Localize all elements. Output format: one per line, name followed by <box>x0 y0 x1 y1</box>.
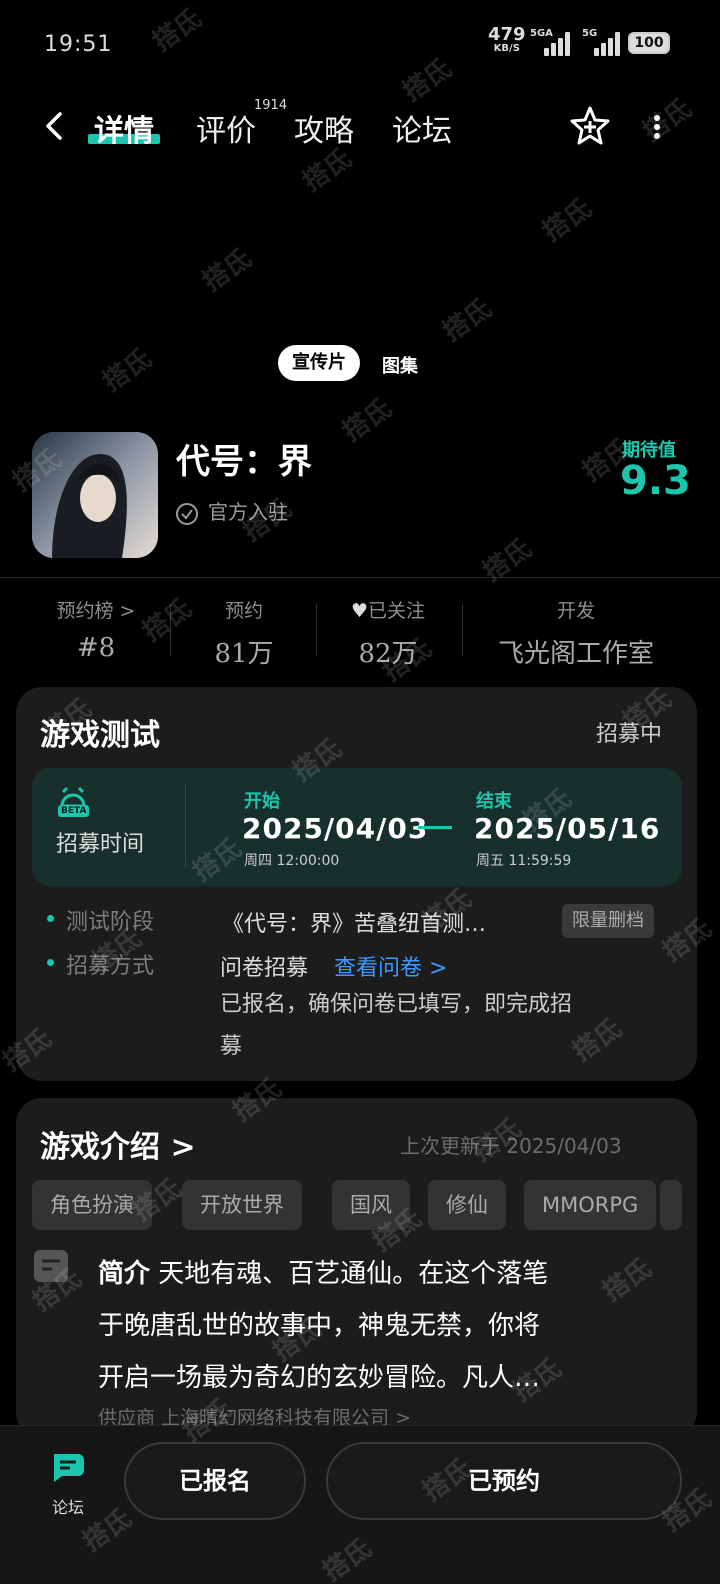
start-time: 周四 12:00:00 <box>244 853 340 869</box>
reserved-button[interactable]: 已预约 <box>326 1442 682 1520</box>
last-updated: 上次更新于 2025/04/03 <box>400 1134 622 1158</box>
tag-overflow[interactable] <box>660 1180 682 1230</box>
rating-value: 9.3 <box>620 458 691 504</box>
phase-label: 测试阶段 <box>66 910 155 935</box>
stat-divider <box>316 604 317 656</box>
stat-divider <box>170 604 171 656</box>
video-tab[interactable]: 宣传片 <box>278 345 360 381</box>
chevron-left-icon <box>46 112 62 140</box>
method-label: 招募方式 <box>66 954 155 979</box>
beta-badge: BETA <box>58 805 90 817</box>
status-note-line2: 募 <box>220 1034 243 1059</box>
forum-chat-icon[interactable] <box>48 1450 90 1486</box>
tab-guides[interactable]: 攻略 <box>294 106 354 150</box>
signal-5g-icon: 5G <box>582 28 622 56</box>
signal-5ga-icon: 5GA <box>530 28 570 56</box>
panel-divider <box>185 784 186 868</box>
watermark: 搭氐 <box>337 393 398 448</box>
tag-roleplay[interactable]: 角色扮演 <box>32 1180 152 1230</box>
recruit-time-label: 招募时间 <box>56 832 145 857</box>
gallery-tab[interactable]: 图集 <box>382 352 418 378</box>
more-vertical-icon <box>654 115 660 139</box>
status-bar: 19:51 479 KB/S 5GA 5G 100 <box>0 0 720 86</box>
watermark: 搭氐 <box>537 193 598 248</box>
review-count-badge: 1914 <box>254 98 288 113</box>
stat-followers[interactable]: ♥已关注 82万 <box>336 596 440 670</box>
intro-description[interactable]: 简介 天地有魂、百艺通仙。在这个落笔 于晚唐乱世的故事中，神鬼无禁，你将 开启一… <box>98 1248 658 1404</box>
watermark: 搭氐 <box>437 293 498 348</box>
test-card-title: 游戏测试 <box>40 718 160 753</box>
tab-details[interactable]: 详情 <box>94 106 154 150</box>
watermark: 搭氐 <box>197 243 258 298</box>
stat-developer[interactable]: 开发 飞光阁工作室 <box>478 596 674 670</box>
heart-check-icon: ♥ <box>350 600 369 622</box>
stat-reservations: 预约 81万 <box>214 600 274 669</box>
phase-value: 《代号：界》苦叠纽首测… <box>222 912 487 937</box>
divider <box>0 577 720 578</box>
end-date: 2025/05/16 <box>474 812 661 845</box>
status-time: 19:51 <box>44 32 113 57</box>
star-add-icon <box>570 106 610 145</box>
date-range-dash <box>418 826 452 829</box>
end-label: 结束 <box>476 791 512 812</box>
recruit-status: 招募中 <box>596 722 663 747</box>
more-menu-button[interactable] <box>650 110 664 144</box>
start-date: 2025/04/03 <box>242 812 429 845</box>
favorite-button[interactable] <box>568 104 612 148</box>
watermark: 搭氐 <box>637 93 698 148</box>
status-note-line1: 已报名，确保问卷已填写，即完成招 <box>220 992 573 1017</box>
tag-mmorpg[interactable]: MMORPG <box>524 1180 657 1230</box>
registered-button[interactable]: 已报名 <box>124 1442 306 1520</box>
tab-forum[interactable]: 论坛 <box>392 106 452 150</box>
stat-rank[interactable]: 预约榜 > #8 <box>48 596 144 663</box>
phase-chip: 限量删档 <box>562 904 654 938</box>
tag-open-world[interactable]: 开放世界 <box>182 1180 302 1230</box>
stat-divider <box>462 604 463 656</box>
intro-card-title[interactable]: 游戏介绍 > <box>40 1122 196 1166</box>
bullet <box>47 915 54 922</box>
check-circle-icon <box>176 502 198 525</box>
bullet <box>47 959 54 966</box>
tab-reviews[interactable]: 评价 <box>196 106 256 150</box>
method-value: 问卷招募 <box>220 956 309 981</box>
back-button[interactable] <box>38 108 74 144</box>
forum-label[interactable]: 论坛 <box>52 1494 84 1518</box>
battery-icon: 100 <box>628 32 670 54</box>
end-time: 周五 11:59:59 <box>476 853 572 869</box>
view-questionnaire-link[interactable]: 查看问卷 > <box>334 950 447 982</box>
watermark: 搭氐 <box>477 533 538 588</box>
tag-guofeng[interactable]: 国风 <box>332 1180 410 1230</box>
document-icon <box>34 1250 68 1282</box>
start-label: 开始 <box>244 791 280 812</box>
network-speed: 479 KB/S <box>488 24 526 55</box>
official-badge: 官方入驻 <box>176 496 288 525</box>
tag-xiuxian[interactable]: 修仙 <box>428 1180 506 1230</box>
game-icon <box>32 432 158 558</box>
watermark: 搭氐 <box>97 343 158 398</box>
game-title: 代号：界 <box>176 442 312 482</box>
